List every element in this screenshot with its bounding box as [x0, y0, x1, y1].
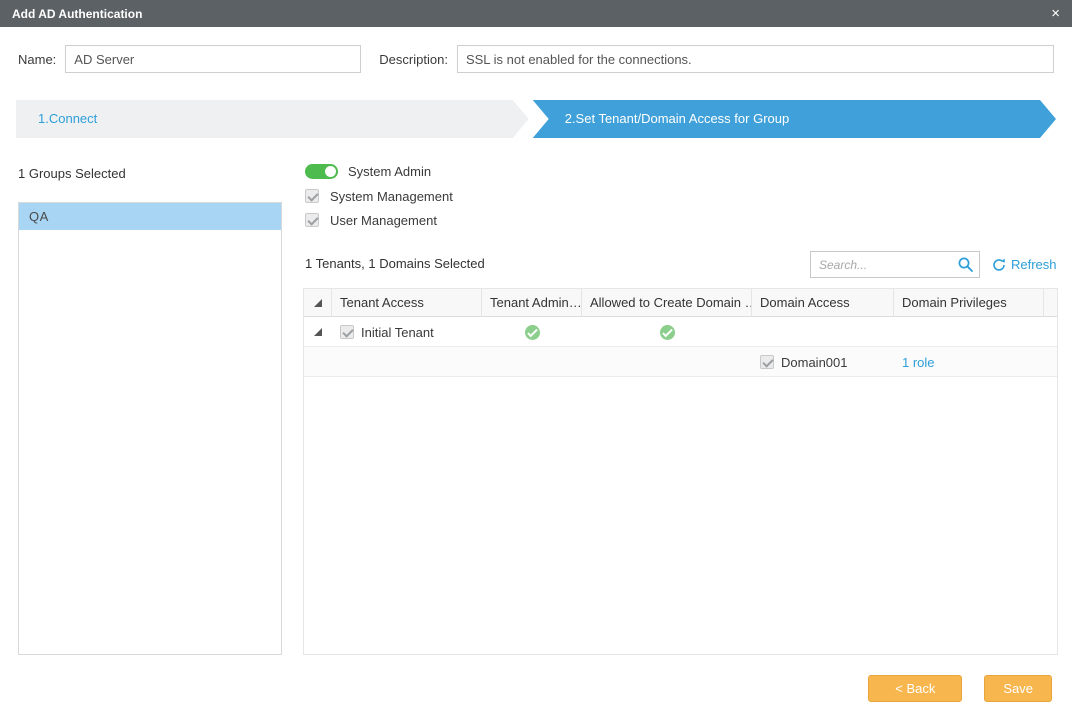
tenant-name: Initial Tenant	[361, 325, 434, 340]
close-icon[interactable]: ×	[1051, 6, 1060, 21]
empty-cell	[304, 347, 332, 377]
description-input[interactable]	[457, 45, 1054, 73]
search-box	[810, 251, 980, 278]
groups-list: QA	[18, 202, 282, 655]
domain-privileges-link[interactable]: 1 role	[902, 355, 935, 370]
empty-cell	[482, 347, 582, 377]
groups-selected-label: 1 Groups Selected	[18, 166, 126, 181]
wizard-steps: 1.Connect 2.Set Tenant/Domain Access for…	[16, 100, 1056, 138]
domain-checkbox[interactable]	[760, 355, 774, 369]
expand-all-header-cell[interactable]	[304, 289, 332, 317]
tenant-access-table: Tenant Access Tenant Admin… Allowed to C…	[303, 288, 1058, 655]
user-management-checkbox[interactable]	[305, 213, 319, 227]
search-icon[interactable]	[957, 256, 974, 273]
tenant-expand-cell	[304, 317, 332, 347]
wizard-step-1-label: 1.Connect	[38, 111, 97, 126]
col-tenant-admin: Tenant Admin…	[482, 289, 582, 317]
tenants-domains-summary: 1 Tenants, 1 Domains Selected	[305, 256, 485, 271]
user-management-row: User Management	[305, 211, 437, 229]
toggle-knob-icon	[325, 166, 336, 177]
system-management-checkbox[interactable]	[305, 189, 319, 203]
empty-cell	[1044, 347, 1060, 377]
system-management-row: System Management	[305, 187, 453, 205]
form-row: Name: Description:	[18, 45, 1054, 73]
wizard-step-1-connect[interactable]: 1.Connect	[16, 100, 529, 138]
empty-cell	[1044, 317, 1060, 347]
domain-privileges-cell: 1 role	[894, 347, 1044, 377]
tenant-row[interactable]: Initial Tenant	[304, 317, 1057, 347]
tenant-admin-cell	[482, 317, 582, 347]
user-management-label: User Management	[330, 213, 437, 228]
tenant-checkbox[interactable]	[340, 325, 354, 339]
table-header-row: Tenant Access Tenant Admin… Allowed to C…	[304, 289, 1057, 317]
wizard-step-2-label: 2.Set Tenant/Domain Access for Group	[565, 111, 790, 126]
empty-cell	[332, 347, 482, 377]
col-domain-privileges: Domain Privileges	[894, 289, 1044, 317]
tenant-access-cell: Initial Tenant	[332, 317, 482, 347]
dialog-title: Add AD Authentication	[12, 7, 142, 21]
empty-cell	[752, 317, 894, 347]
refresh-button[interactable]: Refresh	[992, 257, 1057, 272]
system-admin-toggle[interactable]	[305, 164, 338, 179]
dialog-titlebar: Add AD Authentication ×	[0, 0, 1072, 27]
dialog-footer: < Back Save	[868, 675, 1052, 702]
row-expand-icon[interactable]	[314, 328, 322, 336]
col-tenant-access: Tenant Access	[332, 289, 482, 317]
description-label: Description:	[379, 52, 448, 67]
group-list-item[interactable]: QA	[19, 203, 281, 230]
header-filler-cell	[1044, 289, 1060, 317]
wizard-step-2-tenant-domain-access[interactable]: 2.Set Tenant/Domain Access for Group	[533, 100, 1056, 138]
empty-cell	[894, 317, 1044, 347]
empty-cell	[582, 347, 752, 377]
save-button[interactable]: Save	[984, 675, 1052, 702]
search-input[interactable]	[810, 251, 980, 278]
tenant-admin-check-icon	[525, 325, 540, 340]
system-management-label: System Management	[330, 189, 453, 204]
system-admin-label: System Admin	[348, 164, 431, 179]
col-allowed-to-create-domain: Allowed to Create Domain …	[582, 289, 752, 317]
back-button[interactable]: < Back	[868, 675, 962, 702]
name-input[interactable]	[65, 45, 361, 73]
refresh-icon	[992, 258, 1006, 272]
allowed-create-domain-cell	[582, 317, 752, 347]
col-domain-access: Domain Access	[752, 289, 894, 317]
expand-all-icon	[314, 299, 322, 307]
domain-name: Domain001	[781, 355, 848, 370]
add-ad-authentication-dialog: Add AD Authentication × Name: Descriptio…	[0, 0, 1072, 711]
allowed-create-domain-check-icon	[660, 325, 675, 340]
name-label: Name:	[18, 52, 56, 67]
domain-row[interactable]: Domain001 1 role	[304, 347, 1057, 377]
refresh-label: Refresh	[1011, 257, 1057, 272]
system-admin-row: System Admin	[305, 162, 431, 180]
domain-access-cell: Domain001	[752, 347, 894, 377]
